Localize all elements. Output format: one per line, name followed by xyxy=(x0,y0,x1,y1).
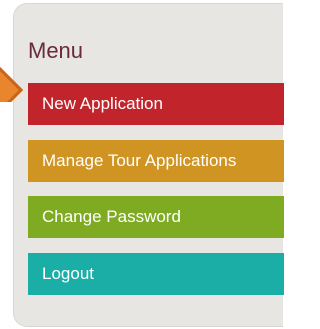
menu-item-label: Manage Tour Applications xyxy=(42,151,237,170)
menu-item-label: Logout xyxy=(42,264,94,283)
menu-title: Menu xyxy=(28,38,84,63)
menu-item-label: Change Password xyxy=(42,207,181,226)
menu-item-new-application[interactable]: New Application xyxy=(28,83,284,125)
menu-item-change-password[interactable]: Change Password xyxy=(28,196,284,238)
menu-item-manage-tour-applications[interactable]: Manage Tour Applications xyxy=(28,140,284,182)
pointer-arrow-icon xyxy=(0,66,30,102)
menu-item-label: New Application xyxy=(42,94,163,113)
sidebar-menu-panel: Menu New Application Manage Tour Applica… xyxy=(13,3,284,327)
menu-item-logout[interactable]: Logout xyxy=(28,253,284,295)
